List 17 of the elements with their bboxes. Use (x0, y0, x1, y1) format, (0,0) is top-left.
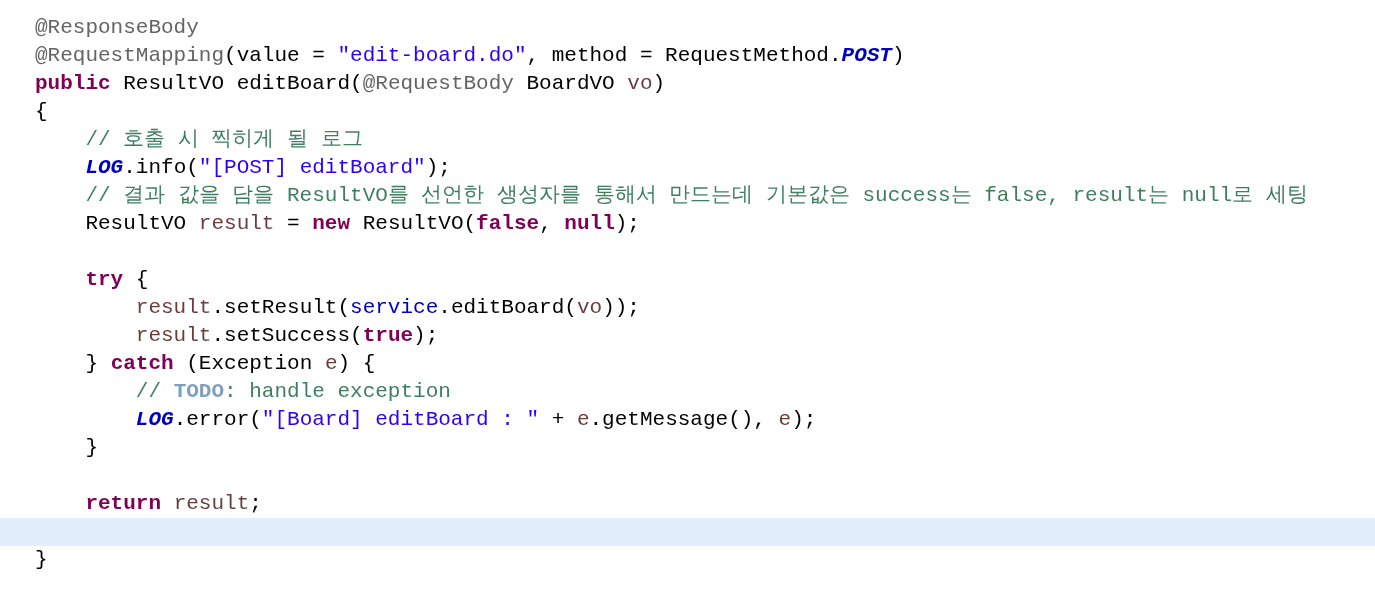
code-line: @ResponseBody (35, 15, 199, 41)
code-line: // 결과 값을 담을 ResultVO를 선언한 생성자를 통해서 만드는데 기본값은 success는 false, result는 null로 세팅 (84, 183, 1308, 209)
code-line: LOG.error("[Board] editBoard : " + e.getMessage(), e); (134, 407, 817, 433)
code-line: ResultVO result = new ResultVO(false, null); (84, 211, 640, 237)
code-line: } (84, 435, 98, 461)
code-line: // TODO: handle exception (134, 379, 451, 405)
code-line: return result; (84, 491, 262, 517)
code-line: result.setResult(service.editBoard(vo)); (134, 295, 640, 321)
code-line: LOG.info("[POST] editBoard"); (84, 155, 451, 181)
code-line: public ResultVO editBoard(@RequestBody BoardVO vo) (35, 71, 666, 97)
code-line: { (35, 99, 48, 125)
code-line: @RequestMapping(value = "edit-board.do", method = RequestMethod.POST) (35, 43, 905, 69)
code-line: result.setSuccess(true); (134, 323, 439, 349)
code-line: // 호출 시 찍히게 될 로그 (84, 127, 363, 153)
code-line: } (35, 547, 48, 573)
code-line: try { (84, 267, 149, 293)
code-line: } catch (Exception e) { (84, 351, 376, 377)
